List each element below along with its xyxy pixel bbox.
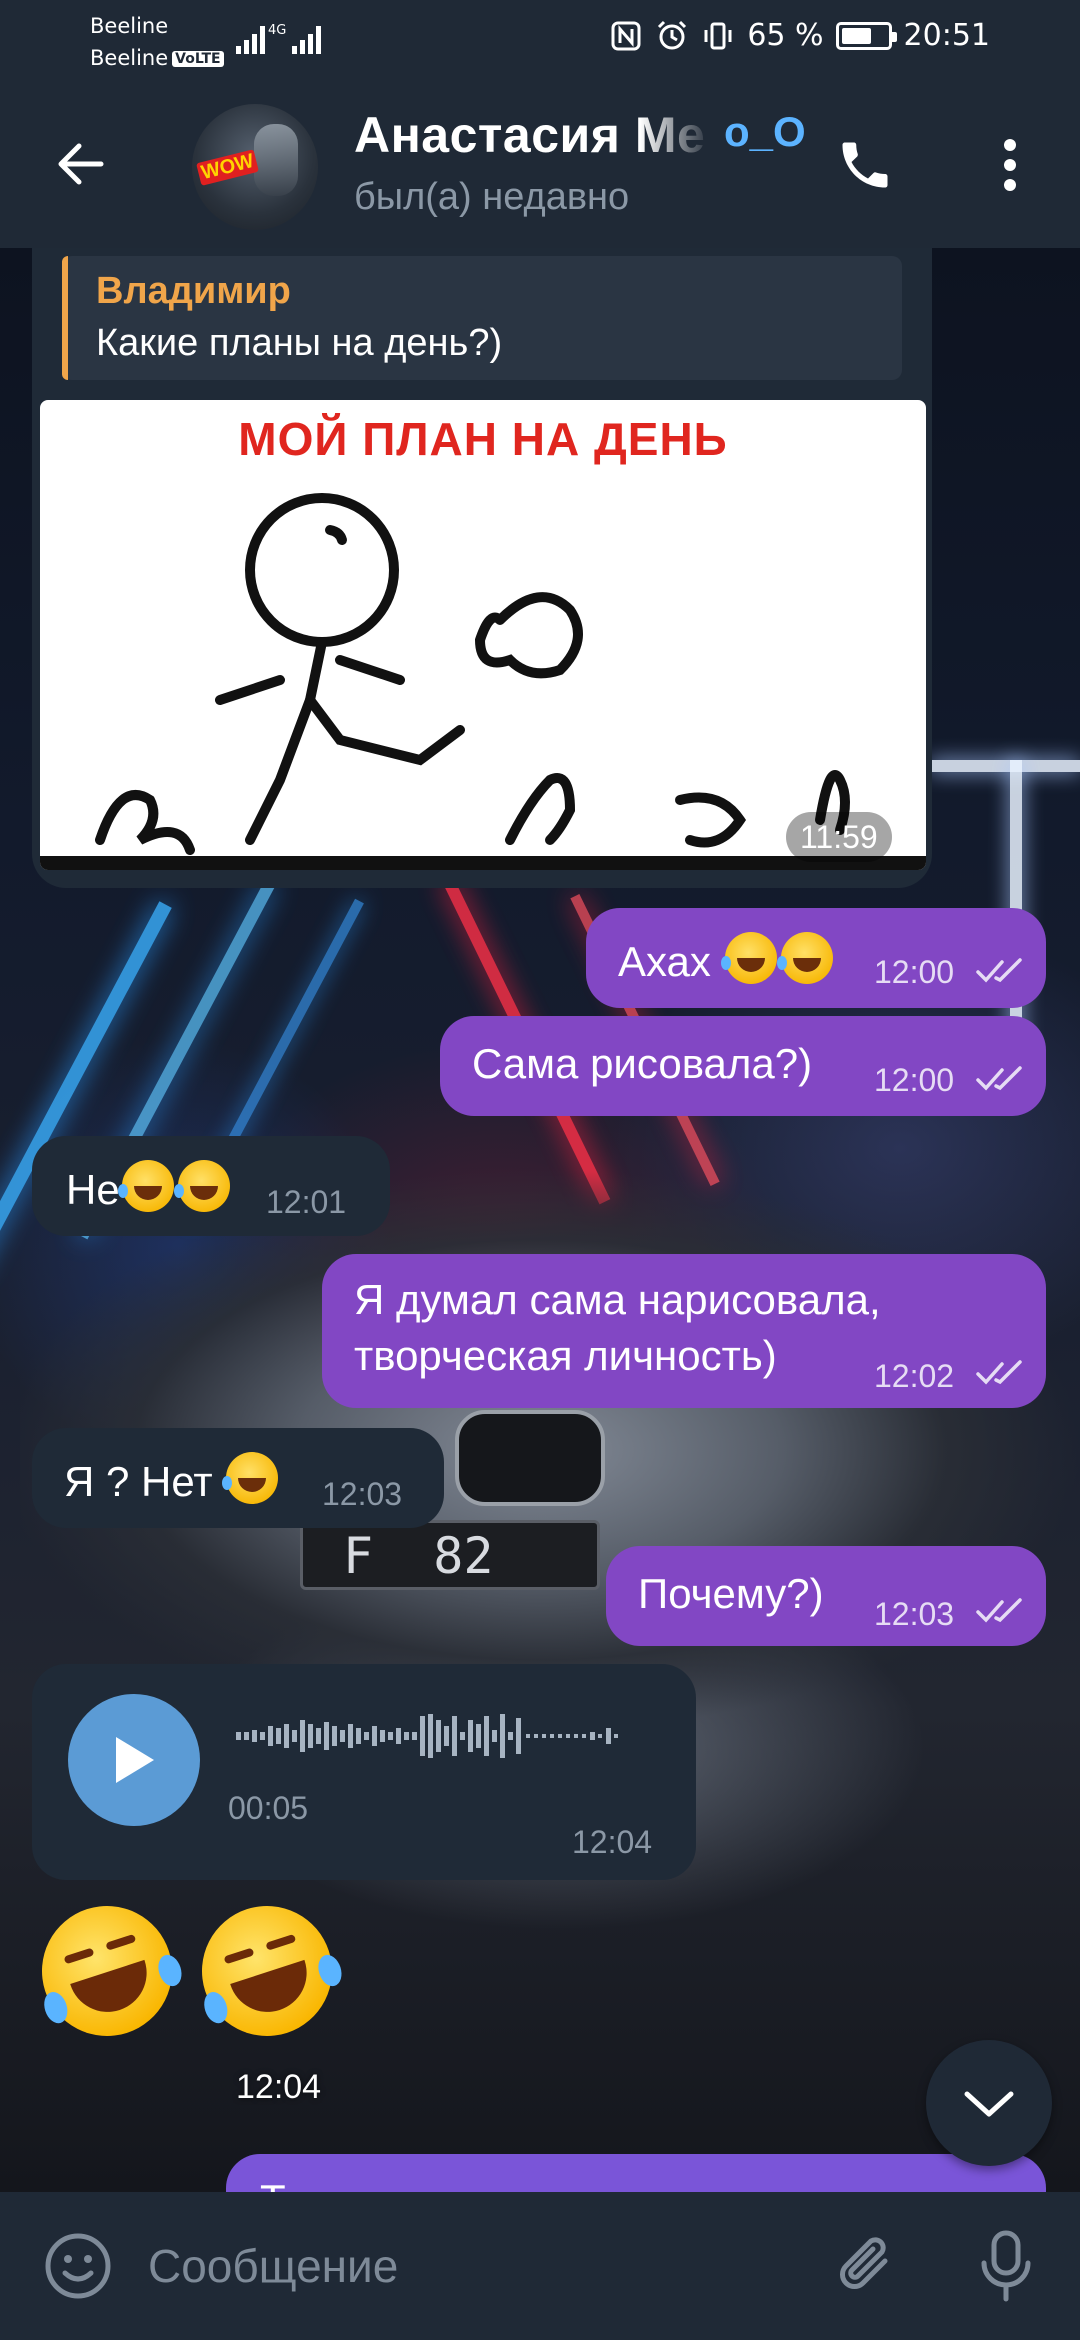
- message-time: 12:00: [874, 954, 955, 990]
- message-photo[interactable]: МОЙ ПЛАН НА ДЕНЬ: [40, 400, 926, 870]
- microphone-icon: [981, 2230, 1031, 2302]
- message-bubble-outgoing[interactable]: Сама рисовала?) 12:00: [440, 1016, 1046, 1116]
- smiley-icon: [45, 2233, 111, 2299]
- reply-text: Какие планы на день?): [96, 322, 503, 364]
- wallpaper-license-plate: F 82: [300, 1520, 600, 1590]
- message-time: 12:04: [236, 2068, 322, 2106]
- message-text: Я ? Нет: [64, 1452, 280, 1506]
- clock: 20:51: [903, 18, 990, 53]
- back-button[interactable]: [40, 124, 120, 204]
- message-time: 12:00: [874, 1062, 955, 1098]
- rofl-emoji: [222, 1452, 279, 1504]
- message-text: Не: [66, 1160, 232, 1214]
- double-check-icon: [976, 958, 1022, 983]
- message-text: творческая личность): [354, 1332, 777, 1379]
- emoji-button[interactable]: [40, 2228, 116, 2304]
- joy-emoji: [720, 932, 777, 984]
- battery-icon: [835, 21, 897, 50]
- scroll-to-bottom-button[interactable]: [926, 2040, 1052, 2166]
- carrier-label-1: Beeline: [90, 14, 169, 38]
- rofl-emoji: [117, 1160, 174, 1212]
- attach-button[interactable]: [830, 2228, 906, 2304]
- contact-status: был(а) недавно: [354, 176, 630, 218]
- message-text: Я думал сама нарисовала,: [354, 1276, 881, 1323]
- status-icons: 65 % 20:51: [609, 18, 990, 53]
- voice-message[interactable]: 00:05 12:04: [32, 1664, 696, 1880]
- message-text: Почему?): [638, 1570, 824, 1617]
- message-input[interactable]: [148, 2228, 788, 2304]
- vibrate-icon: [704, 22, 732, 49]
- wallpaper-neon-line: [930, 760, 1080, 772]
- message-bubble-outgoing[interactable]: Ахах 12:00: [586, 908, 1046, 1008]
- volte-badge: VoLTE: [172, 51, 224, 67]
- message-time: 12:04: [572, 1824, 653, 1860]
- double-check-icon: [976, 1360, 1022, 1385]
- more-vertical-icon: [1004, 139, 1016, 191]
- message-time: 12:03: [874, 1596, 955, 1632]
- network-type: 4G: [268, 23, 286, 38]
- message-time: 12:01: [266, 1184, 347, 1220]
- avatar-photo: [254, 124, 298, 196]
- nfc-icon: [611, 21, 641, 50]
- message-bubble-outgoing[interactable]: Я думал сама нарисовала, творческая личн…: [322, 1254, 1046, 1408]
- stick-figure-drawing: [40, 493, 926, 870]
- avatar-wow-logo: WOW: [196, 149, 260, 186]
- voice-duration: 00:05: [228, 1790, 309, 1826]
- call-button[interactable]: [830, 130, 900, 200]
- carrier-label-2: Beeline VoLTE: [90, 46, 224, 70]
- message-text: Ахах: [618, 932, 835, 986]
- microphone-button[interactable]: [968, 2228, 1044, 2304]
- double-check-icon: [976, 1598, 1022, 1623]
- signal-icon: 4G: [236, 23, 321, 54]
- reply-author: Владимир: [96, 270, 291, 312]
- arrow-left-icon: [58, 143, 104, 185]
- reply-accent-bar: [62, 256, 68, 380]
- wallpaper-car-grille: [455, 1410, 605, 1506]
- battery-percent: 65 %: [747, 18, 824, 53]
- voice-play-button[interactable]: [68, 1694, 200, 1826]
- message-bubble-incoming[interactable]: Я ? Нет 12:03: [32, 1428, 444, 1528]
- reply-quote[interactable]: Владимир Какие планы на день?): [62, 256, 902, 380]
- message-bubble-incoming[interactable]: Не 12:01: [32, 1136, 390, 1236]
- joy-emoji: [776, 932, 833, 984]
- message-time: 12:02: [874, 1358, 955, 1394]
- double-check-icon: [976, 1066, 1022, 1091]
- paperclip-icon: [840, 2237, 888, 2289]
- message-text: Сама рисовала?): [472, 1040, 813, 1087]
- message-time: 12:03: [322, 1476, 403, 1512]
- message-input-bar: [0, 2192, 1080, 2340]
- alarm-icon: [658, 20, 687, 49]
- more-menu-button[interactable]: [980, 130, 1040, 200]
- name-fade: [640, 102, 730, 172]
- photo-time: 11:59: [786, 812, 892, 862]
- name-emoji: o_O: [724, 108, 806, 155]
- status-bar: Beeline Beeline VoLTE 4G 65 % 20:51: [0, 0, 1080, 80]
- message-bubble-outgoing[interactable]: Почему?) 12:03: [606, 1546, 1046, 1646]
- phone-icon: [842, 142, 888, 188]
- battery-fill: [841, 27, 871, 44]
- voice-waveform[interactable]: [236, 1710, 676, 1762]
- chevron-down-icon: [964, 2091, 1014, 2117]
- rofl-emoji: [173, 1160, 230, 1212]
- contact-avatar[interactable]: WOW: [192, 104, 318, 230]
- play-icon: [116, 1737, 154, 1783]
- chat-header: WOW Анастасия Ме o_O был(а) недавно: [0, 80, 1080, 248]
